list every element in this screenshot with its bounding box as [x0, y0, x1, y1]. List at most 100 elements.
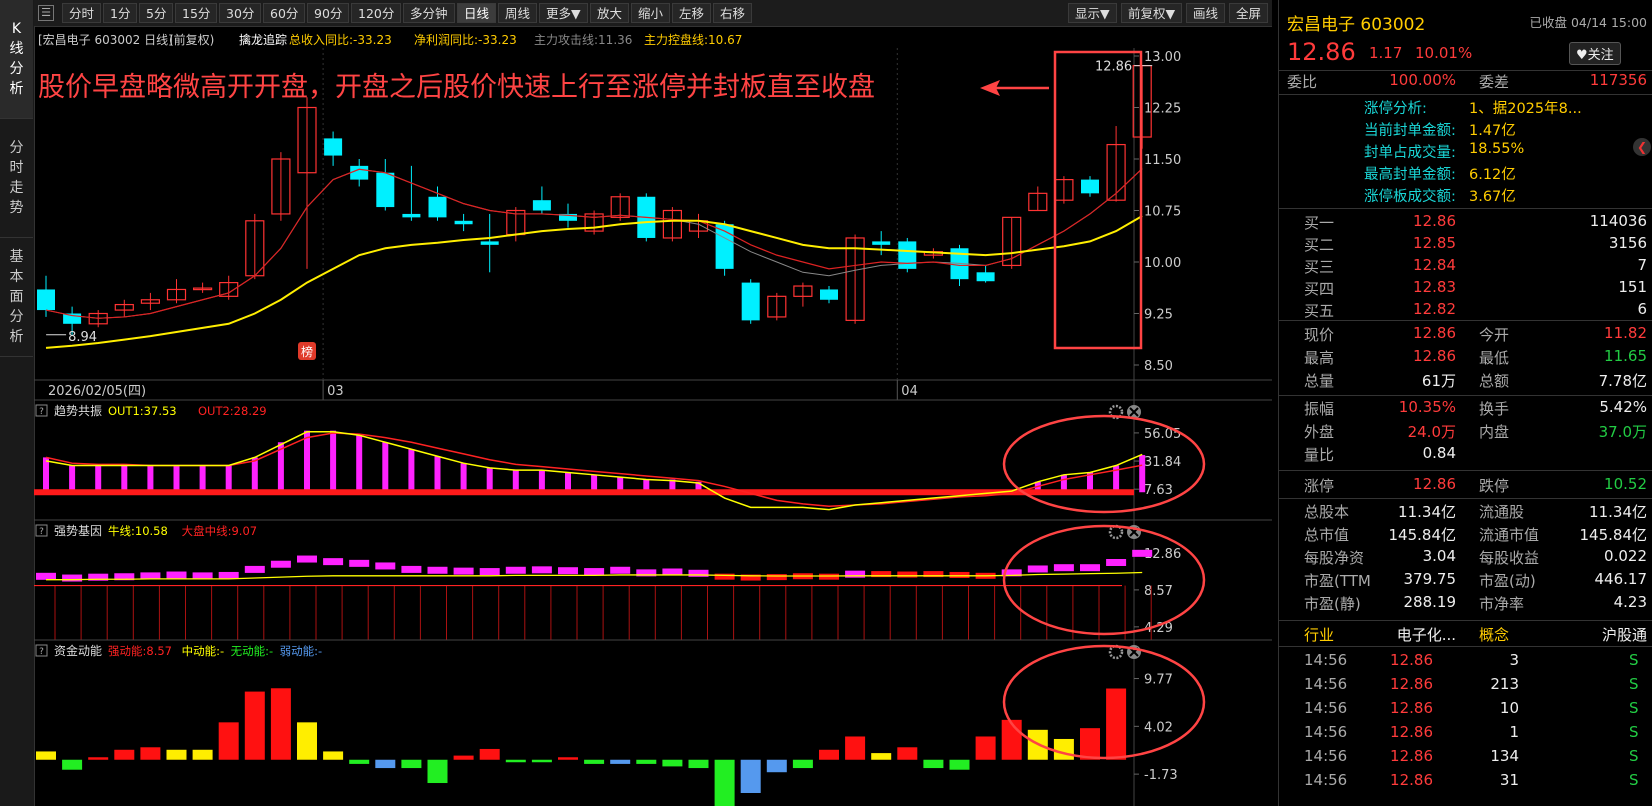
quote-label: 最低 — [1479, 349, 1510, 367]
period-button-5[interactable]: 60分 — [263, 3, 306, 23]
gene-block — [819, 573, 839, 580]
period-button-9[interactable]: 日线 — [457, 3, 497, 23]
left-tab-bar: K线分析 分时走势 基本面分析 — [0, 0, 35, 806]
momentum-bar — [375, 759, 396, 769]
bid-price: 12.85 — [1413, 234, 1456, 252]
profit-yoy: 净利润同比:-33.23 — [414, 33, 517, 47]
momentum-bar — [88, 757, 109, 760]
period-button-4[interactable]: 30分 — [219, 3, 262, 23]
action-button-2[interactable]: 左移 — [672, 3, 712, 23]
view-button-1[interactable]: 前复权▼ — [1121, 3, 1183, 23]
momentum-bar — [192, 749, 213, 760]
ratio-label: 委比 — [1287, 73, 1318, 91]
fund-momentum-title: 资金动能 — [54, 643, 102, 658]
annotation-text: 股价早盘略微高开开盘，开盘之后股价快速上行至涨停并封板直至收盘 — [38, 72, 875, 103]
menu-icon[interactable]: ☰ — [38, 5, 54, 21]
tick-price: 12.86 — [1390, 723, 1433, 741]
action-button-3[interactable]: 右移 — [713, 3, 753, 23]
gene-block — [1027, 565, 1048, 573]
tick-volume: 10 — [1499, 699, 1519, 717]
follow-button[interactable]: ♥关注 — [1569, 42, 1621, 65]
kline-chart[interactable]: 13.00 12.25 11.50 10.75 10.00 9.25 8.50 2026/02… — [34, 48, 1272, 806]
momentum-bar — [244, 691, 265, 760]
diff-label: 委差 — [1479, 73, 1510, 91]
period-button-3[interactable]: 15分 — [175, 3, 218, 23]
candlestick — [324, 138, 343, 156]
period-button-2[interactable]: 5分 — [139, 3, 174, 23]
view-button-0[interactable]: 显示▼ — [1068, 3, 1117, 23]
trend-resonance-series-label: OUT1:37.53 — [108, 404, 177, 418]
fundamentals-label: 每股收益 — [1479, 549, 1540, 567]
resonance-bar — [173, 465, 180, 493]
resonance-bar — [199, 465, 206, 493]
fund-momentum-series-label: 无动能:- — [231, 644, 274, 658]
fundamentals-value: 3.04 — [1422, 547, 1456, 565]
tick-time: 14:56 — [1304, 723, 1348, 741]
fundamentals-label: 流通市值 — [1479, 526, 1540, 544]
price-tick-label: 10.75 — [1144, 205, 1181, 220]
period-button-1[interactable]: 1分 — [103, 3, 138, 23]
momentum-bar — [218, 722, 239, 760]
stats-value: 37.0万 — [1598, 423, 1647, 441]
action-button-1[interactable]: 缩小 — [631, 3, 671, 23]
gene-block — [427, 566, 448, 574]
candlestick — [1081, 179, 1099, 194]
market-status: 已收盘 04/14 15:00 — [1529, 15, 1648, 30]
tab-timeshare[interactable]: 分时走势 — [0, 119, 33, 238]
tab-fundamental-analysis[interactable]: 基本面分析 — [0, 238, 33, 357]
bid-price: 12.83 — [1413, 278, 1456, 296]
period-button-6[interactable]: 90分 — [307, 3, 350, 23]
stats-value: 10.35% — [1398, 398, 1456, 416]
period-button-8[interactable]: 多分钟 — [403, 3, 455, 23]
highlight-ellipse — [1002, 644, 1206, 760]
month-label-03: 03 — [327, 384, 344, 399]
resonance-bar — [434, 456, 441, 493]
resonance-bar — [408, 449, 415, 493]
momentum-bar — [427, 759, 448, 784]
resonance-bar — [512, 470, 519, 493]
control-line: 主力控盘线:10.67 — [644, 33, 743, 47]
gene-block — [323, 558, 344, 566]
view-button-3[interactable]: 全屏 — [1229, 3, 1269, 23]
candlestick — [480, 241, 499, 245]
fundamentals-value: 145.84亿 — [1579, 526, 1648, 544]
bid-price: 12.82 — [1413, 300, 1456, 318]
tab-kline-analysis[interactable]: K线分析 — [0, 0, 33, 119]
gene-block — [688, 569, 709, 577]
candlestick — [976, 272, 995, 282]
stats-label: 换手 — [1479, 400, 1510, 418]
candlestick — [820, 289, 838, 300]
tick-direction: S — [1629, 675, 1639, 693]
tick-direction: S — [1629, 651, 1639, 669]
period-button-11[interactable]: 更多▼ — [539, 3, 588, 23]
price-tick-label: 12.25 — [1144, 102, 1181, 117]
period-button-7[interactable]: 120分 — [351, 3, 402, 23]
momentum-bar — [819, 749, 839, 760]
revenue-yoy: 总收入同比:-33.23 — [289, 33, 392, 47]
concept-value: 沪股通 — [1601, 626, 1647, 644]
attack-line: 主力攻击线:11.36 — [534, 33, 633, 47]
action-button-0[interactable]: 放大 — [590, 3, 630, 23]
tick-time: 14:56 — [1304, 747, 1348, 765]
tick-time: 14:56 — [1304, 699, 1348, 717]
collapse-arrow-icon[interactable]: ❮ — [1633, 138, 1651, 156]
candlestick — [741, 282, 760, 321]
gene-block — [897, 571, 918, 578]
tick-time: 14:56 — [1304, 651, 1348, 669]
bid-volume: 7 — [1637, 256, 1647, 274]
period-button-0[interactable]: 分时 — [62, 3, 102, 23]
fundamentals-value: 145.84亿 — [1388, 526, 1457, 544]
trend-resonance-series-label: OUT2:28.29 — [198, 404, 267, 418]
resonance-bar — [356, 435, 363, 493]
momentum-bar — [453, 755, 474, 760]
momentum-bar — [688, 759, 709, 769]
momentum-bar — [975, 736, 996, 760]
panel-divider — [1279, 208, 1652, 209]
gene-block — [584, 568, 605, 576]
view-button-2[interactable]: 画线 — [1186, 3, 1226, 23]
period-button-10[interactable]: 周线 — [498, 3, 538, 23]
tick-volume: 31 — [1499, 771, 1519, 789]
quote-value: 7.78亿 — [1598, 372, 1647, 390]
limit-analysis-label: 涨停板成交额: — [1364, 189, 1456, 205]
tick-price: 12.86 — [1390, 651, 1433, 669]
